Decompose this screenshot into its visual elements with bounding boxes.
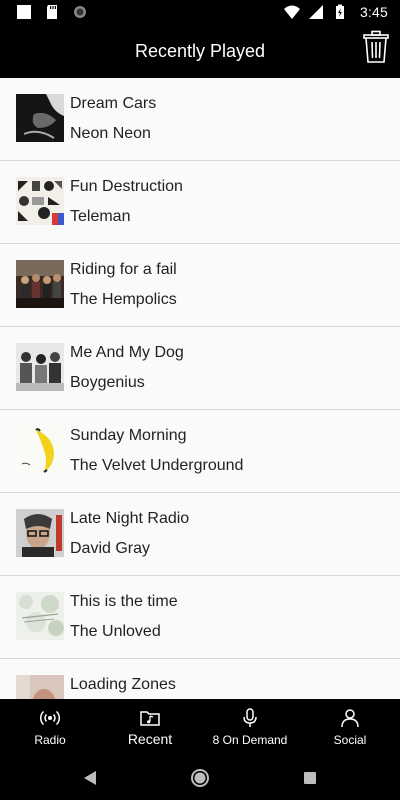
song-title: Me And My Dog <box>70 344 184 361</box>
tab-social[interactable]: Social <box>300 699 400 756</box>
microphone-icon <box>243 708 257 727</box>
person-icon <box>341 709 359 728</box>
sd-card-icon <box>47 5 57 19</box>
list-item[interactable]: Late Night Radio David Gray <box>0 493 400 576</box>
list-item[interactable]: Riding for a fail The Hempolics <box>0 244 400 327</box>
tab-social-label: Social <box>333 733 367 747</box>
list-item[interactable]: Me And My Dog Boygenius <box>0 327 400 410</box>
recents-icon[interactable] <box>300 768 320 788</box>
album-art-this-is-the-time <box>16 592 64 640</box>
list-item[interactable]: Dream Cars Neon Neon <box>0 78 400 161</box>
clear-history-button[interactable] <box>362 30 390 64</box>
tab-on-demand[interactable]: 8 On Demand <box>200 699 300 756</box>
tab-radio-label: Radio <box>34 733 66 747</box>
status-notifications <box>16 4 88 20</box>
album-art-dream-cars <box>16 94 64 142</box>
album-art-sunday-morning <box>16 426 64 474</box>
recently-played-list[interactable]: Dream Cars Neon Neon Fun Destruction Tel… <box>0 78 400 699</box>
song-title: Dream Cars <box>70 95 157 112</box>
system-navigation-bar <box>0 756 400 800</box>
status-system: 3:45 <box>283 4 388 20</box>
list-item[interactable]: Fun Destruction Teleman <box>0 161 400 244</box>
song-title: Loading Zones <box>70 676 176 693</box>
song-title: This is the time <box>70 593 178 610</box>
music-folder-icon <box>140 711 160 726</box>
page-title: Recently Played <box>134 41 266 61</box>
artist-name: David Gray <box>70 540 151 557</box>
song-title: Late Night Radio <box>70 510 190 527</box>
status-time: 3:45 <box>359 4 388 20</box>
song-title: Sunday Morning <box>70 427 187 444</box>
square-notification-icon <box>17 5 31 19</box>
album-art-me-and-my-dog <box>16 343 64 391</box>
artist-name: Teleman <box>70 208 131 225</box>
album-art-riding-for-a-fail <box>16 260 64 308</box>
signal-icon <box>308 5 323 19</box>
wifi-icon <box>283 5 300 19</box>
battery-icon <box>335 4 344 19</box>
tab-radio[interactable]: Radio <box>0 699 100 756</box>
status-bar: 3:45 <box>0 0 400 24</box>
sync-icon <box>74 6 86 18</box>
album-art-loading-zones <box>16 675 64 699</box>
list-item[interactable]: Loading Zones <box>0 659 400 699</box>
artist-name: The Hempolics <box>70 291 177 308</box>
app-bar: Recently Played <box>0 24 400 78</box>
album-art-late-night-radio <box>16 509 64 557</box>
artist-name: Boygenius <box>70 374 145 391</box>
artist-name: The Velvet Underground <box>70 457 244 474</box>
bottom-navigation: Radio Recent 8 On Demand Social <box>0 699 400 756</box>
list-item[interactable]: Sunday Morning The Velvet Underground <box>0 410 400 493</box>
back-icon[interactable] <box>80 768 100 788</box>
tab-recent-label: Recent <box>127 731 173 747</box>
home-icon[interactable] <box>190 768 210 788</box>
tab-on-demand-label: 8 On Demand <box>212 733 288 747</box>
trash-icon <box>363 30 389 63</box>
radio-broadcast-icon <box>40 710 60 726</box>
song-title: Fun Destruction <box>70 178 183 195</box>
song-title: Riding for a fail <box>70 261 177 278</box>
list-item[interactable]: This is the time The Unloved <box>0 576 400 659</box>
tab-recent[interactable]: Recent <box>100 699 200 756</box>
artist-name: The Unloved <box>70 623 161 640</box>
artist-name: Neon Neon <box>70 125 151 142</box>
album-art-fun-destruction <box>16 177 64 225</box>
